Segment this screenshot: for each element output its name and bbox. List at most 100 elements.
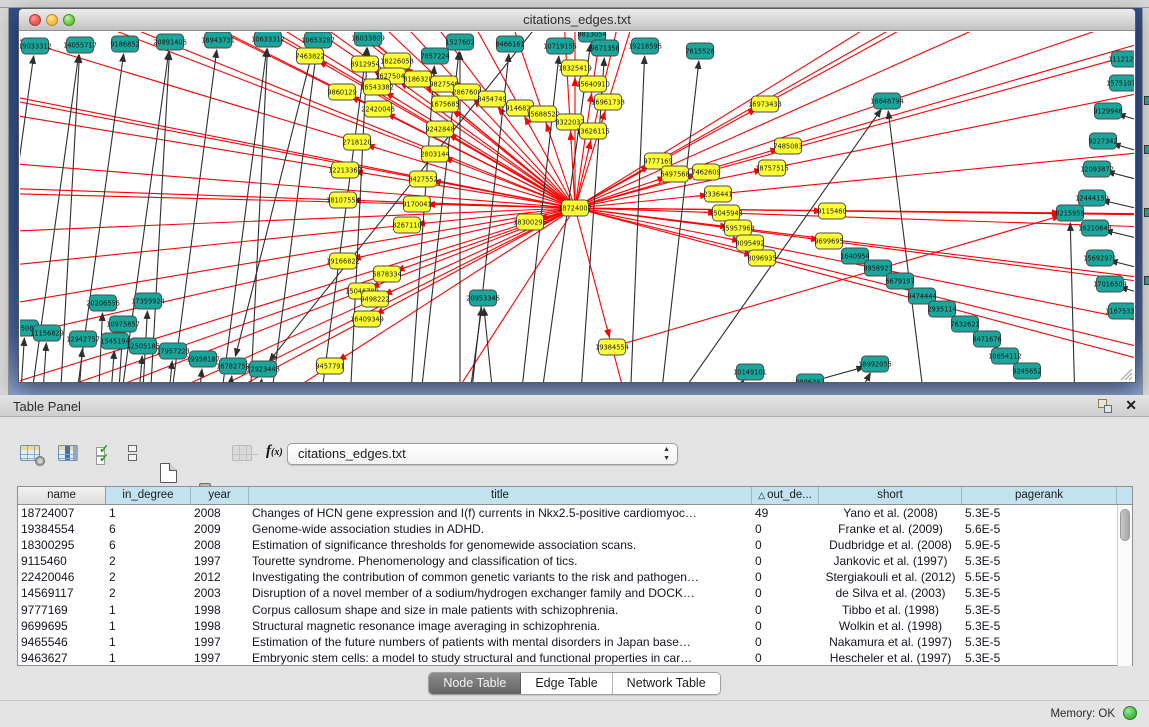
graph-node[interactable]: 19218596 <box>628 38 662 54</box>
graph-node-selected[interactable]: 9170041 <box>402 196 431 212</box>
graph-node-selected[interactable]: 16961738 <box>591 94 625 110</box>
table-vertical-scrollbar[interactable] <box>1117 505 1132 666</box>
graph-node[interactable]: 17359924 <box>131 293 165 309</box>
graph-node-selected[interactable]: 9115460 <box>817 203 846 219</box>
graph-node[interactable]: 7632621 <box>950 316 979 332</box>
graph-node-selected[interactable]: 9699695 <box>814 233 843 249</box>
graph-node[interactable]: 12942757 <box>66 331 100 347</box>
graph-node[interactable]: 18943731 <box>201 32 235 48</box>
table-selector-dropdown[interactable]: citations_edges.txt ▲ ▼ <box>287 443 678 465</box>
graph-node-selected[interactable]: 15045943 <box>709 205 743 221</box>
graph-node[interactable]: 15751074 <box>1106 75 1134 91</box>
column-header-name[interactable]: name <box>18 487 106 504</box>
graph-node-selected[interactable]: 18757515 <box>755 160 789 176</box>
graph-node-selected[interactable]: 1675685 <box>430 96 459 112</box>
graph-node-selected[interactable]: 16409349 <box>350 311 384 327</box>
graph-node-selected[interactable]: 18226058 <box>380 53 414 69</box>
graph-node[interactable]: 16033809 <box>351 32 385 46</box>
graph-node[interactable]: 16648794 <box>870 93 904 109</box>
table-row[interactable]: 1872400712008Changes of HCN gene express… <box>18 505 1132 521</box>
graph-node[interactable]: 9186852 <box>110 36 139 52</box>
graph-node[interactable]: 7857224 <box>420 48 449 64</box>
network-canvas[interactable]: 1872400774638228912954182260581627504816… <box>20 32 1134 382</box>
table-row[interactable]: 911546021997Tourette syndrome. Phenomeno… <box>18 553 1132 569</box>
graph-node[interactable]: 11675331 <box>1105 303 1134 319</box>
table-row[interactable]: 946362711997Embryonic stem cells: a mode… <box>18 650 1132 666</box>
new-table-button[interactable] <box>160 463 177 483</box>
graph-node[interactable]: 10719155 <box>543 38 577 54</box>
graph-node-selected[interactable]: 8454749 <box>477 91 506 107</box>
graph-node[interactable]: 16210643 <box>1078 220 1112 236</box>
column-header-title[interactable]: title <box>249 487 752 504</box>
graph-node-selected[interactable]: 12213363 <box>328 162 362 178</box>
graph-node-selected[interactable]: 7463822 <box>295 48 324 64</box>
graph-node-selected[interactable]: 9498222 <box>360 291 389 307</box>
graph-node[interactable]: 8215958 <box>1055 205 1084 221</box>
select-columns-button[interactable]: ✓ ✓ <box>96 445 114 463</box>
graph-node[interactable]: 15692971 <box>1083 250 1117 266</box>
table-settings-button[interactable] <box>20 445 40 461</box>
table-row[interactable]: 1938455462009Genome-wide association stu… <box>18 521 1132 537</box>
graph-node[interactable]: 9671358 <box>590 40 619 56</box>
table-row[interactable]: 946554611997Estimation of the future num… <box>18 634 1132 650</box>
graph-node-selected[interactable]: 9457791 <box>315 358 344 374</box>
graph-node[interactable]: 9886352 <box>795 374 824 382</box>
graph-node[interactable]: 10653287 <box>301 32 335 48</box>
graph-node-selected[interactable]: 8096935 <box>747 250 776 266</box>
window-titlebar[interactable]: citations_edges.txt <box>19 9 1135 31</box>
graph-node[interactable]: 8471676 <box>972 331 1001 347</box>
graph-node-selected[interactable]: 7462609 <box>691 164 720 180</box>
close-panel-icon[interactable]: ✕ <box>1125 397 1137 414</box>
graph-node[interactable]: 10149101 <box>733 364 767 380</box>
graph-node[interactable]: 11121297 <box>1108 51 1134 67</box>
table-row[interactable]: 1830029562008Estimation of significance … <box>18 537 1132 553</box>
tab-edge-table[interactable]: Edge Table <box>521 673 612 694</box>
graph-node[interactable]: 12444159 <box>1075 190 1109 206</box>
graph-node-selected[interactable]: 15640910 <box>576 76 610 92</box>
graph-node[interactable]: 17957223 <box>156 343 190 359</box>
graph-node[interactable]: 20206556 <box>86 295 120 311</box>
graph-node[interactable]: 19958187 <box>186 351 220 367</box>
column-header-short[interactable]: short <box>819 487 962 504</box>
table-row[interactable]: 2242004622012Investigating the contribut… <box>18 569 1132 585</box>
graph-node-selected[interactable]: 8267110 <box>392 217 421 233</box>
column-header-in_degree[interactable]: in_degree <box>106 487 191 504</box>
graph-node[interactable]: 12923448 <box>246 361 280 377</box>
graph-node[interactable]: 19033312 <box>20 38 52 54</box>
graph-node[interactable]: 7615526 <box>685 43 714 59</box>
graph-node-selected[interactable]: 2336441 <box>703 186 732 202</box>
graph-node[interactable]: 10654112 <box>988 348 1022 364</box>
row-options-button[interactable] <box>128 445 137 463</box>
graph-node[interactable]: 20891406 <box>153 34 187 50</box>
graph-node[interactable]: 9245652 <box>1012 363 1041 379</box>
graph-node[interactable]: 1527602 <box>445 34 474 50</box>
graph-node-selected[interactable]: 8427552 <box>408 171 437 187</box>
graph-node[interactable]: 11156829 <box>30 325 64 341</box>
graph-node[interactable]: 16782759 <box>216 358 250 374</box>
graph-node-selected[interactable]: 18724007 <box>558 200 592 216</box>
column-header-year[interactable]: year <box>191 487 249 504</box>
graph-node[interactable]: 10633312 <box>251 32 285 47</box>
graph-node-selected[interactable]: 18325419 <box>558 60 592 76</box>
graph-node[interactable]: 10975857 <box>106 316 140 332</box>
graph-node-selected[interactable]: 8095492 <box>735 235 764 251</box>
graph-node-selected[interactable]: 15957968 <box>721 220 755 236</box>
tab-node-table[interactable]: Node Table <box>429 673 521 694</box>
graph-node-selected[interactable]: 5878334 <box>372 266 401 282</box>
graph-node-selected[interactable]: 2803144 <box>420 146 449 162</box>
graph-node[interactable]: 2935114 <box>927 301 956 317</box>
graph-node[interactable]: 20953346 <box>466 290 500 306</box>
graph-node-selected[interactable]: 8186328 <box>403 71 432 87</box>
column-header-out_degree[interactable]: △out_de... <box>752 487 819 504</box>
scrollbar-thumb[interactable] <box>1120 509 1130 541</box>
table-row[interactable]: 977716911998Corpus callosum shape and si… <box>18 602 1132 618</box>
show-columns-button[interactable] <box>58 445 78 461</box>
graph-node-selected[interactable]: 16543382 <box>360 79 394 95</box>
graph-node-selected[interactable]: 18107554 <box>326 192 360 208</box>
float-panel-icon[interactable] <box>1098 399 1112 413</box>
graph-node[interactable]: 17016504 <box>1093 276 1127 292</box>
graph-node-selected[interactable]: 22420046 <box>361 101 395 117</box>
graph-node[interactable]: 12093872 <box>1080 161 1114 177</box>
graph-node-selected[interactable]: 7485083 <box>773 138 802 154</box>
graph-node[interactable]: 9129946 <box>1093 103 1122 119</box>
